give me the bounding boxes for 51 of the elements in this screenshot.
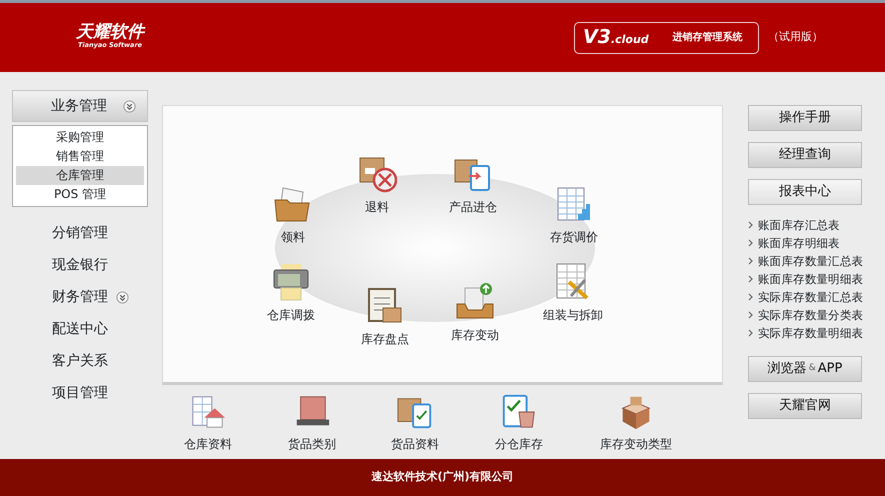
workflow-link[interactable]: 存货调价 xyxy=(550,228,598,246)
chevron-icon xyxy=(748,257,753,265)
workflow-link[interactable]: 领料 xyxy=(281,228,305,246)
chevron-icon xyxy=(748,275,753,283)
chevron-icon xyxy=(748,329,753,337)
workflow-link[interactable]: 仓库调拨 xyxy=(267,306,315,324)
menu-group-button[interactable]: 业务管理 xyxy=(12,90,148,122)
menu-item[interactable]: 现金银行 xyxy=(52,257,108,273)
report-link[interactable]: 账面库存数量明细表 xyxy=(758,270,864,288)
report-link[interactable]: 账面库存汇总表 xyxy=(758,216,840,234)
chevron-icon xyxy=(748,221,753,229)
chevron-icon xyxy=(748,311,753,319)
version-number: V3 xyxy=(583,25,611,50)
report-link[interactable]: 实际库存数量明细表 xyxy=(758,324,864,342)
shortcut-link[interactable]: 货品资料 xyxy=(391,435,439,453)
system-name: 进销存管理系统 xyxy=(672,30,743,45)
submenu-item[interactable]: 采购管理 xyxy=(16,128,144,147)
printer-icon[interactable] xyxy=(271,262,311,302)
report-link[interactable]: 账面库存明细表 xyxy=(758,234,840,252)
version-suffix: .cloud xyxy=(610,32,649,48)
menu-item[interactable]: 项目管理 xyxy=(52,385,108,401)
company-name: 速达软件技术(广州)有限公司 xyxy=(371,469,514,486)
chevron-icon xyxy=(748,239,753,247)
shortcut-link[interactable]: 货品类别 xyxy=(288,435,336,453)
shortcut-link[interactable]: 库存变动类型 xyxy=(600,435,672,453)
workflow-link[interactable]: 退料 xyxy=(365,198,389,216)
menu-item[interactable]: 分销管理 xyxy=(52,225,108,241)
menu-item[interactable]: 客户关系 xyxy=(52,353,108,369)
nav-button[interactable]: 经理查询 xyxy=(748,142,862,168)
nav-button[interactable]: 天耀官网 xyxy=(748,393,862,419)
submenu-item[interactable]: 销售管理 xyxy=(16,147,144,166)
workflow-link[interactable]: 组装与拆卸 xyxy=(543,306,603,324)
logo-text: 天耀软件 xyxy=(76,24,144,42)
nav-button[interactable]: 浏览器&APP xyxy=(748,356,862,382)
nav-button[interactable]: 报表中心 xyxy=(748,179,862,205)
submenu-item[interactable]: 仓库管理 xyxy=(16,166,144,185)
nav-button[interactable]: 操作手册 xyxy=(748,105,862,131)
report-link[interactable]: 实际库存数量汇总表 xyxy=(758,288,864,306)
expand-icon[interactable] xyxy=(116,290,129,304)
report-link[interactable]: 实际库存数量分类表 xyxy=(758,306,864,324)
menu-item[interactable]: 财务管理 xyxy=(52,281,108,313)
submenu-item[interactable]: POS 管理 xyxy=(16,185,144,204)
workflow-link[interactable]: 库存盘点 xyxy=(361,330,409,348)
workflow-link[interactable]: 库存变动 xyxy=(451,326,499,344)
workflow-link[interactable]: 产品进仓 xyxy=(449,198,497,216)
report-link[interactable]: 账面库存数量汇总表 xyxy=(758,252,864,270)
edition-label: （试用版） xyxy=(768,29,823,46)
menu-item[interactable]: 配送中心 xyxy=(52,321,108,337)
shortcut-link[interactable]: 仓库资料 xyxy=(184,435,232,453)
shortcut-link[interactable]: 分仓库存 xyxy=(495,435,543,453)
chevron-icon xyxy=(748,293,753,301)
